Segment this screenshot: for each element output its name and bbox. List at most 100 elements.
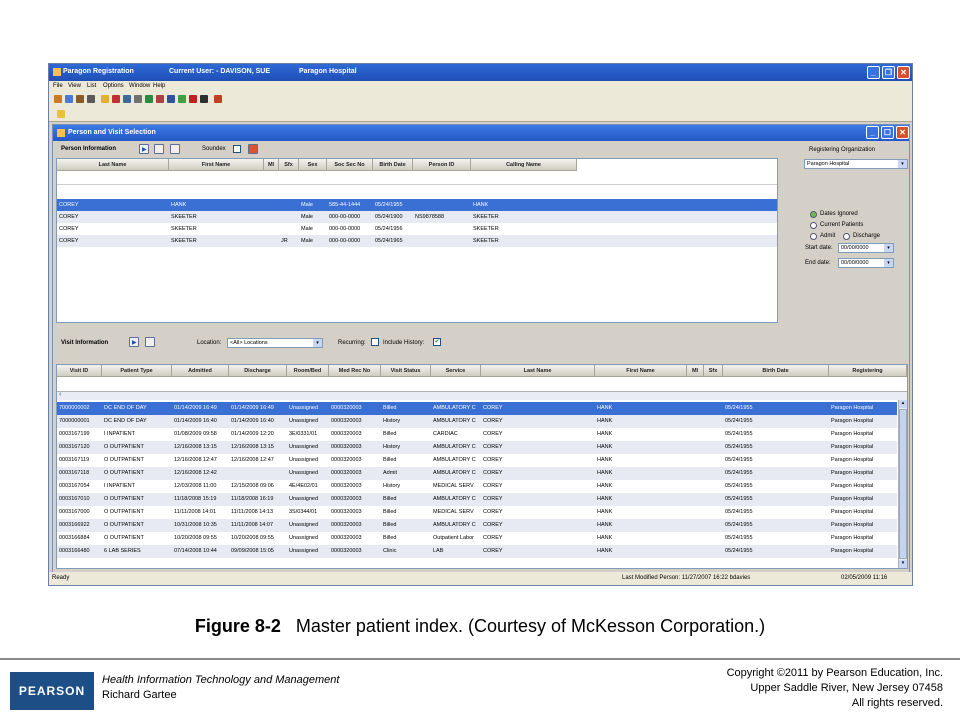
child-minimize-button[interactable]: _ [866, 126, 879, 139]
toolbar-tool-icon[interactable] [167, 95, 175, 103]
col-visit-status[interactable]: Visit Status [381, 365, 431, 377]
toolbar-tool-icon[interactable] [123, 95, 131, 103]
col-discharge[interactable]: Discharge [229, 365, 287, 377]
toolbar-tool-icon[interactable] [189, 95, 197, 103]
col-visit-birth-date[interactable]: Birth Date [723, 365, 829, 377]
visit-row[interactable]: 0003167119 O OUTPATIENT 12/16/2008 12:47 12… [57, 454, 897, 467]
start-date-value: 00/00/0000 [841, 245, 869, 251]
person-search-row[interactable] [57, 173, 777, 185]
person-row[interactable]: COREY SKEETER Male 000-00-0000 05/24/1956 SKE… [57, 223, 777, 235]
person-folder-button[interactable] [154, 144, 164, 154]
restore-button[interactable]: ❐ [882, 66, 895, 79]
end-date-input[interactable]: 00/00/0000 ▾ [838, 258, 894, 268]
location-select[interactable]: <All> Locations ▾ [227, 338, 323, 348]
col-visit-mi[interactable]: MI [687, 365, 704, 377]
visit-cell-discharge: 11/18/2008 16:19 [231, 496, 274, 502]
menu-list[interactable]: List [87, 83, 96, 89]
visit-go-button[interactable]: ▶ [129, 337, 139, 347]
radio-dates-ignored[interactable] [810, 211, 817, 218]
col-last-name[interactable]: Last Name [57, 159, 169, 171]
radio-current-patients[interactable] [810, 222, 817, 229]
minimize-button[interactable]: _ [867, 66, 880, 79]
visit-row[interactable]: 0003167118 O OUTPATIENT 12/16/2008 12:42 Un… [57, 467, 897, 480]
include-history-checkbox[interactable]: ✔ [433, 338, 441, 346]
visit-cell-service: AMBULATORY C [433, 457, 476, 463]
toolbar-tool-icon[interactable] [200, 95, 208, 103]
col-visit-first-name[interactable]: First Name [595, 365, 687, 377]
child-titlebar: Person and Visit Selection _ ☐ ✕ [53, 125, 909, 141]
visit-row[interactable]: 0003167120 O OUTPATIENT 12/16/2008 13:15 12… [57, 441, 897, 454]
menu-options[interactable]: Options [103, 83, 124, 89]
visit-row[interactable]: 0003167000 O OUTPATIENT 11/11/2008 14:01 11… [57, 506, 897, 519]
scroll-down-icon[interactable]: ▾ [899, 560, 907, 568]
recurring-checkbox[interactable] [371, 338, 379, 346]
registering-org-select[interactable]: Paragon Hospital ▾ [804, 159, 908, 169]
visit-vscrollbar[interactable]: ▴ ▾ [898, 400, 907, 568]
person-go-button[interactable]: ▶ [139, 144, 149, 154]
scroll-left-icon[interactable]: ‹ [59, 391, 61, 398]
visit-row[interactable]: 0003167010 O OUTPATIENT 11/18/2008 15:19 11… [57, 493, 897, 506]
toolbar-tool-icon[interactable] [134, 95, 142, 103]
visit-cell-visit-id: 0003166480 [59, 548, 90, 554]
col-mi[interactable]: MI [264, 159, 279, 171]
radio-discharge[interactable] [843, 233, 850, 240]
toolbar-tool-icon[interactable] [87, 95, 95, 103]
toolbar-tool-icon[interactable] [54, 95, 62, 103]
col-sfx[interactable]: Sfx [279, 159, 299, 171]
close-button[interactable]: ✕ [897, 66, 910, 79]
figure-number: Figure 8-2 [194, 616, 281, 636]
visit-row[interactable]: 0003166480 6 LAB SERIES 07/14/2008 10:44 09… [57, 545, 897, 558]
col-birth-date[interactable]: Birth Date [373, 159, 413, 171]
visit-cell-patient-type: O OUTPATIENT [104, 535, 144, 541]
start-date-input[interactable]: 00/00/0000 ▾ [838, 243, 894, 253]
radio-admit[interactable] [810, 233, 817, 240]
toolbar-tool-icon[interactable] [145, 95, 153, 103]
visit-row[interactable]: 0003166922 O OUTPATIENT 10/31/2008 10:35 11… [57, 519, 897, 532]
col-service[interactable]: Service [431, 365, 481, 377]
col-person-id[interactable]: Person ID [413, 159, 471, 171]
child-restore-button[interactable]: ☐ [881, 126, 894, 139]
col-first-name[interactable]: First Name [169, 159, 264, 171]
col-patient-type[interactable]: Patient Type [102, 365, 172, 377]
visit-row[interactable]: 0003166884 O OUTPATIENT 10/20/2008 09:55 10… [57, 532, 897, 545]
visit-hscrollbar[interactable]: ‹ [57, 391, 907, 400]
person-row[interactable]: COREY HANK Male 585-44-1444 05/24/1955 HANK [57, 199, 777, 211]
toolbar-tool-icon[interactable] [65, 95, 73, 103]
toolbar-tool-icon[interactable] [178, 95, 186, 103]
person-row[interactable]: COREY SKEETER Male 000-00-0000 05/24/1900 NS9… [57, 211, 777, 223]
toolbar-tool-icon[interactable] [112, 95, 120, 103]
col-visit-last-name[interactable]: Last Name [481, 365, 595, 377]
col-admitted[interactable]: Admitted [172, 365, 229, 377]
soundex-clear-button[interactable] [248, 144, 258, 154]
col-calling-name[interactable]: Calling Name [471, 159, 577, 171]
visit-folder-button[interactable] [145, 337, 155, 347]
col-sex[interactable]: Sex [299, 159, 327, 171]
toolbar-tool-icon[interactable] [156, 95, 164, 103]
visit-row[interactable]: 0003167054 I INPATIENT 12/03/2008 11:00 12/… [57, 480, 897, 493]
scroll-thumb[interactable] [899, 409, 907, 559]
person-row[interactable]: COREY SKEETER JR Male 000-00-0000 05/24/1965 S… [57, 235, 777, 247]
scroll-up-icon[interactable]: ▴ [899, 400, 907, 408]
visit-row[interactable]: 0003167199 I INPATIENT 01/08/2009 09:58 01/… [57, 428, 897, 441]
undo-icon[interactable] [57, 110, 65, 118]
col-room-bed[interactable]: Room/Bed [287, 365, 329, 377]
col-visit-id[interactable]: Visit ID [57, 365, 102, 377]
visit-cell-med-rec-no: 0000320003 [331, 548, 362, 554]
visit-row[interactable]: 7000000002 DC END OF DAY 01/14/2009 16:49 0… [57, 402, 897, 415]
toolbar-tool-icon[interactable] [214, 95, 222, 103]
visit-cell-first-name: HANK [597, 431, 613, 437]
menu-file[interactable]: File [53, 83, 63, 89]
col-med-rec-no[interactable]: Med Rec No [329, 365, 381, 377]
menu-window[interactable]: Window [129, 83, 150, 89]
toolbar-tool-icon[interactable] [76, 95, 84, 103]
col-ssn[interactable]: Soc Sec No [327, 159, 373, 171]
menu-view[interactable]: View [68, 83, 81, 89]
toolbar-tool-icon[interactable] [101, 95, 109, 103]
visit-row[interactable]: 7000000001 DC END OF DAY 01/14/2009 16:40 0… [57, 415, 897, 428]
col-registering[interactable]: Registering [829, 365, 907, 377]
soundex-checkbox[interactable] [233, 145, 241, 153]
child-close-button[interactable]: ✕ [896, 126, 909, 139]
col-visit-sfx[interactable]: Sfx [704, 365, 723, 377]
menu-help[interactable]: Help [153, 83, 165, 89]
person-new-button[interactable] [170, 144, 180, 154]
